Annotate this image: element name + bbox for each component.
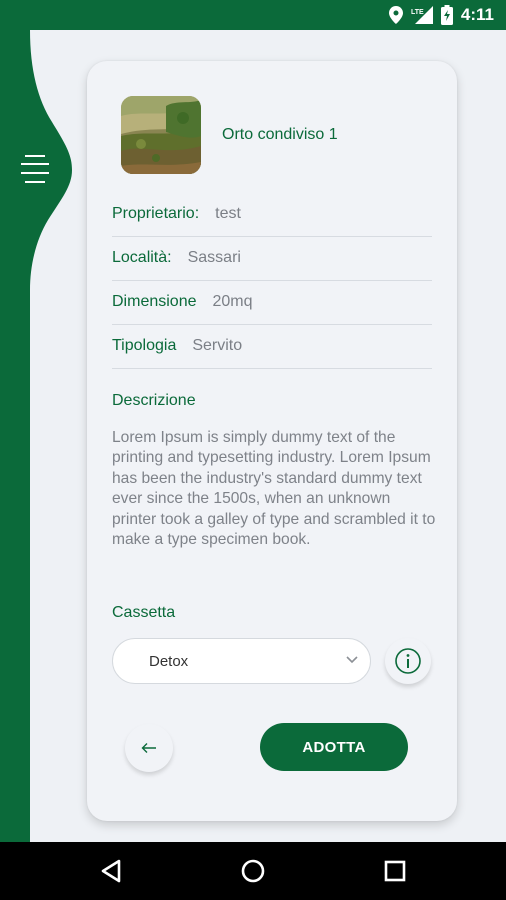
garden-photo — [121, 96, 201, 174]
detail-row-owner: Proprietario: test — [112, 192, 432, 237]
detail-value: test — [215, 205, 241, 222]
back-button[interactable] — [125, 724, 173, 772]
back-nav-icon[interactable] — [94, 854, 128, 888]
battery-icon — [440, 5, 453, 25]
info-icon — [395, 648, 421, 674]
garden-title: Orto condiviso 1 — [222, 126, 338, 143]
detail-value: Sassari — [187, 249, 241, 266]
status-icons: LTE 4:11 — [388, 4, 494, 26]
sidebar-curve — [0, 30, 72, 842]
garden-detail-card: Orto condiviso 1 Proprietario: test Loca… — [87, 61, 457, 821]
description-label: Descrizione — [112, 392, 196, 409]
cassetta-select[interactable]: Detox — [112, 638, 371, 684]
info-button[interactable] — [385, 638, 431, 684]
status-time: 4:11 — [460, 5, 494, 24]
cassetta-label: Cassetta — [112, 604, 176, 621]
detail-row-type: Tipologia Servito — [112, 324, 432, 369]
detail-row-size: Dimensione 20mq — [112, 280, 432, 325]
menu-icon[interactable] — [21, 153, 49, 185]
adopt-button[interactable]: ADOTTA — [260, 723, 408, 771]
location-icon — [388, 6, 403, 24]
detail-label: Dimensione — [112, 293, 197, 310]
detail-row-location: Località: Sassari — [112, 236, 432, 281]
lte-signal-icon: LTE — [411, 6, 433, 24]
recents-nav-icon[interactable] — [378, 854, 412, 888]
arrow-left-icon — [141, 743, 156, 753]
detail-value: 20mq — [212, 293, 253, 310]
home-nav-icon[interactable] — [236, 854, 270, 888]
chevron-down-icon — [346, 656, 358, 664]
detail-value: Servito — [192, 337, 243, 354]
detail-label: Località: — [112, 249, 172, 266]
detail-label: Tipologia — [112, 337, 177, 354]
detail-label: Proprietario: — [112, 205, 200, 222]
cassetta-selected-value: Detox — [149, 653, 189, 670]
navigation-bar — [0, 842, 506, 900]
status-bar: LTE 4:11 — [0, 0, 506, 30]
svg-text:LTE: LTE — [411, 9, 424, 16]
description-text: Lorem Ipsum is simply dummy text of the … — [112, 429, 436, 549]
